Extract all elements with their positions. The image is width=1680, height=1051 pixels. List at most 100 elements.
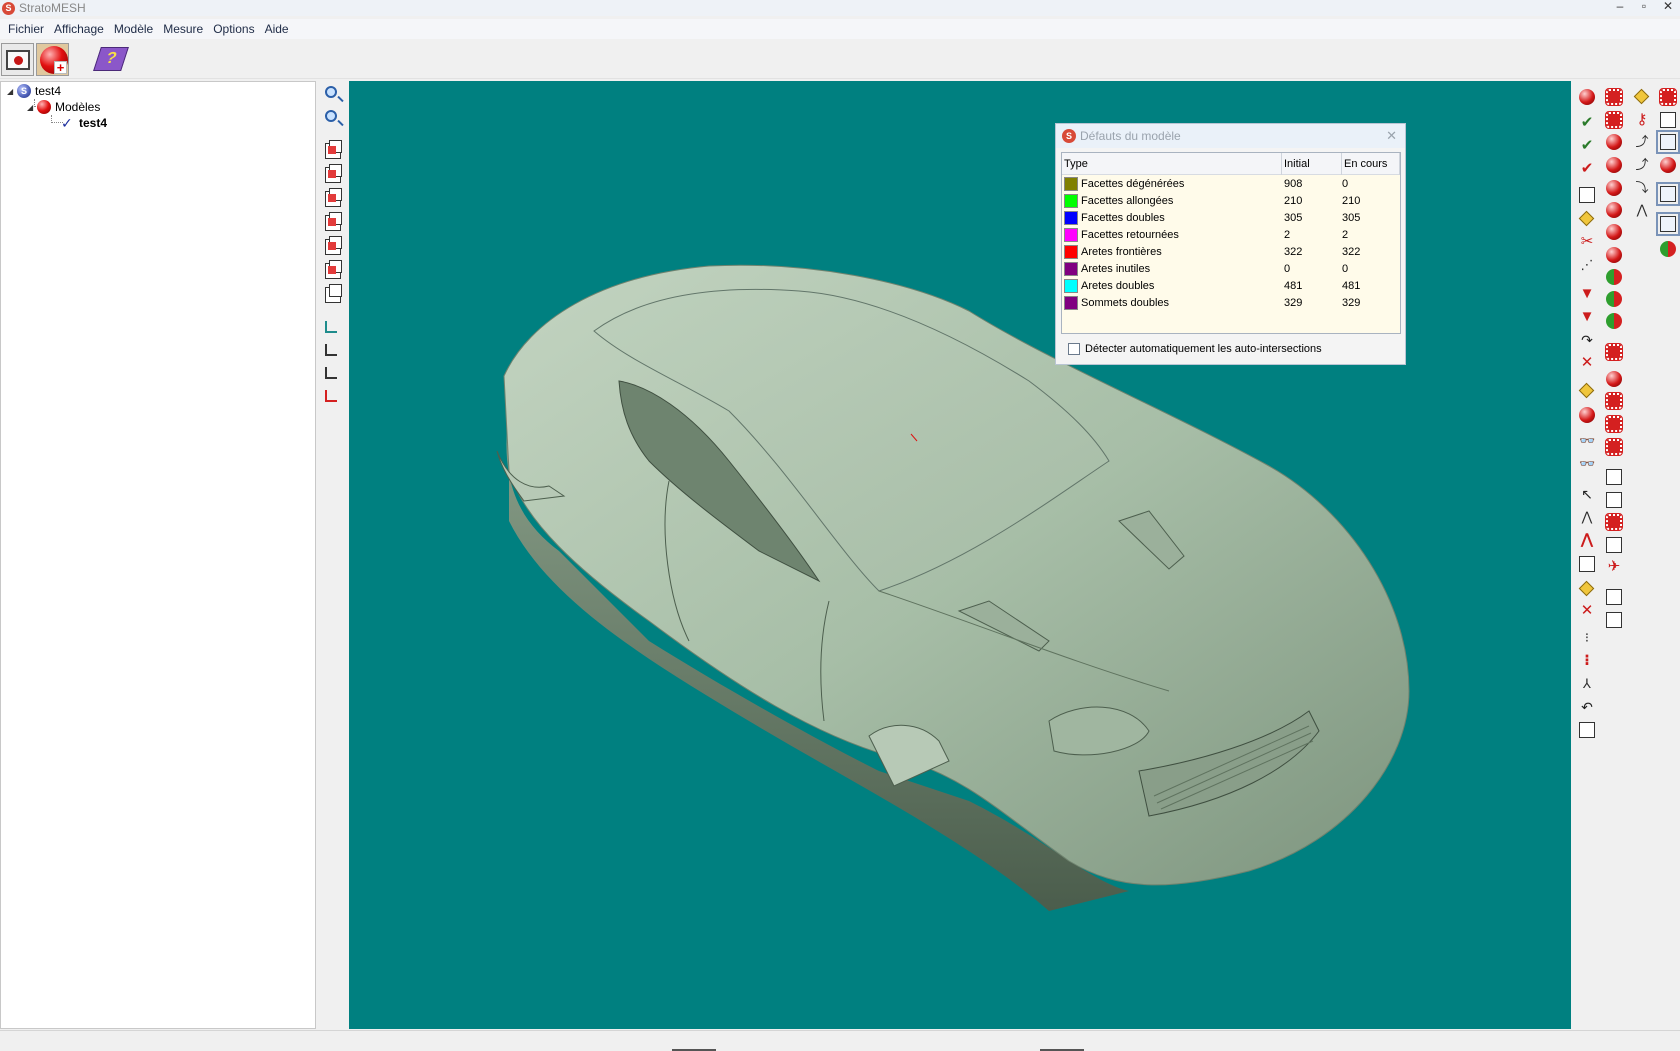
view-front-icon[interactable] <box>325 140 342 159</box>
ball-mixed-icon[interactable] <box>1606 269 1622 285</box>
view-iso-icon[interactable] <box>325 284 342 303</box>
path-icon[interactable]: ⤴ <box>1634 134 1650 150</box>
defect-row[interactable]: Facettes doubles 305 305 <box>1062 209 1400 226</box>
collapse-triangle-icon[interactable]: ◢ <box>7 87 17 96</box>
cube-red2-icon[interactable] <box>1605 415 1623 433</box>
shell-icon[interactable] <box>1606 537 1622 553</box>
doc2-icon[interactable] <box>1606 612 1622 628</box>
part-icon[interactable] <box>1605 513 1623 531</box>
add-model-button[interactable]: + <box>36 43 69 76</box>
defect-row[interactable]: Facettes dégénérées 908 0 <box>1062 175 1400 192</box>
menu-modele[interactable]: Modèle <box>109 22 158 36</box>
path4-icon[interactable]: ⋀ <box>1634 202 1650 218</box>
defect-row[interactable]: Aretes doubles 481 481 <box>1062 277 1400 294</box>
column-current[interactable]: En cours <box>1342 153 1400 175</box>
checkbox-icon[interactable] <box>1068 343 1080 355</box>
glasses-red-icon[interactable]: 👓 <box>1579 456 1595 472</box>
ball2-icon[interactable] <box>1606 157 1622 173</box>
defect-row[interactable]: Sommets doubles 329 329 <box>1062 294 1400 311</box>
defect-row[interactable]: Facettes allongées 210 210 <box>1062 192 1400 209</box>
menu-mesure[interactable]: Mesure <box>158 22 208 36</box>
path2-icon[interactable]: ⤴ <box>1634 157 1650 173</box>
tree-root[interactable]: ◢ S test4 <box>7 83 61 99</box>
tree-group-models[interactable]: ◢ Modèles <box>27 99 100 115</box>
path3-icon[interactable]: ⤵ <box>1634 180 1650 196</box>
close-button[interactable]: ✕ <box>1656 0 1680 14</box>
menu-aide[interactable]: Aide <box>260 22 294 36</box>
doc-icon[interactable] <box>1606 589 1622 605</box>
help-book-button[interactable]: ? <box>93 43 129 76</box>
column-type[interactable]: Type <box>1062 153 1282 175</box>
menu-fichier[interactable]: Fichier <box>3 22 49 36</box>
ball-mixed3-icon[interactable] <box>1606 313 1622 329</box>
dots-red-icon[interactable]: ⁝ <box>1579 653 1595 669</box>
triangle-red-icon[interactable]: ▼ <box>1579 286 1595 302</box>
palette2-selected-icon[interactable] <box>1656 212 1680 236</box>
sphere-icon[interactable] <box>1606 371 1622 387</box>
defect-row[interactable]: Facettes retournées 2 2 <box>1062 226 1400 243</box>
triangle-fix-icon[interactable]: ▼ <box>1579 309 1595 325</box>
ball-mixed2-icon[interactable] <box>1606 291 1622 307</box>
shape-icon[interactable] <box>1605 343 1623 361</box>
box-icon[interactable] <box>1579 556 1595 572</box>
page-icon[interactable] <box>1606 469 1622 485</box>
box-delete-icon[interactable]: ✕ <box>1579 603 1595 619</box>
cut-icon[interactable]: ✂ <box>1579 234 1595 250</box>
column-initial[interactable]: Initial <box>1282 153 1342 175</box>
view-bottom-icon[interactable] <box>325 260 342 279</box>
dialog-title-bar[interactable]: S Défauts du modèle ✕ <box>1056 124 1405 148</box>
check-facets-icon[interactable]: ✔ <box>1579 138 1595 154</box>
view-top-icon[interactable] <box>325 236 342 255</box>
check-model-icon[interactable]: ✔ <box>1579 115 1595 131</box>
wand-icon[interactable] <box>1578 210 1595 227</box>
menu-options[interactable]: Options <box>208 22 259 36</box>
dots-icon[interactable]: ⁝ <box>1579 630 1595 646</box>
axis-xz-icon[interactable] <box>325 344 337 356</box>
ball3-icon[interactable] <box>1606 180 1622 196</box>
stack-icon[interactable] <box>1579 187 1595 203</box>
ball4-icon[interactable] <box>1606 202 1622 218</box>
plane-icon[interactable]: ✈ <box>1606 559 1622 575</box>
layers-selected-icon[interactable] <box>1656 130 1680 154</box>
view-right-icon[interactable] <box>325 212 342 231</box>
ball5-icon[interactable] <box>1606 224 1622 240</box>
tree-icon[interactable]: ⅄ <box>1579 676 1595 692</box>
color-ball-icon[interactable] <box>1660 241 1676 257</box>
check-errors-icon[interactable]: ✔ <box>1579 161 1595 177</box>
maximize-button[interactable]: ▫ <box>1632 0 1656 14</box>
glasses-icon[interactable]: 👓 <box>1579 433 1595 449</box>
layers-icon[interactable] <box>1660 112 1676 128</box>
key-icon[interactable]: ⚷ <box>1634 112 1650 128</box>
select-icon[interactable]: ↖ <box>1579 486 1595 502</box>
dialog-close-button[interactable]: ✕ <box>1386 128 1397 144</box>
defect-row[interactable]: Aretes inutiles 0 0 <box>1062 260 1400 277</box>
open-model-button[interactable] <box>1 43 34 76</box>
zoom-window-icon[interactable] <box>325 86 337 98</box>
split-icon[interactable] <box>1578 382 1595 399</box>
menu-affichage[interactable]: Affichage <box>49 22 109 36</box>
undo-icon[interactable]: ↶ <box>1579 699 1595 715</box>
box-yellow-icon[interactable] <box>1578 580 1595 597</box>
minimize-button[interactable]: – <box>1608 0 1632 14</box>
axis-xy-icon[interactable] <box>325 321 337 333</box>
auto-intersect-checkbox[interactable]: Détecter automatiquement les auto-inters… <box>1068 343 1322 355</box>
measure-distance-icon[interactable] <box>325 367 337 379</box>
ball-icon[interactable] <box>1606 134 1622 150</box>
page2-icon[interactable] <box>1606 492 1622 508</box>
export-icon[interactable] <box>1579 722 1595 738</box>
edge-red-icon[interactable]: ⋀ <box>1579 532 1595 548</box>
cylinder-icon[interactable] <box>1605 438 1623 456</box>
defect-row[interactable]: Aretes frontières 322 322 <box>1062 243 1400 260</box>
view-left-icon[interactable] <box>325 188 342 207</box>
target-icon[interactable] <box>1660 157 1676 173</box>
axis-reset-icon[interactable] <box>325 390 337 402</box>
ball6-icon[interactable] <box>1606 247 1622 263</box>
warning-icon[interactable] <box>1633 88 1650 105</box>
view-back-icon[interactable] <box>325 164 342 183</box>
reverse-icon[interactable]: ↷ <box>1579 332 1595 348</box>
edge-icon[interactable]: ⋀ <box>1579 509 1595 525</box>
palette-selected-icon[interactable] <box>1656 182 1680 206</box>
zoom-fit-icon[interactable] <box>325 110 337 122</box>
gear-red2-icon[interactable] <box>1605 111 1623 129</box>
tree-model-item[interactable]: ✓ test4 <box>61 115 107 131</box>
